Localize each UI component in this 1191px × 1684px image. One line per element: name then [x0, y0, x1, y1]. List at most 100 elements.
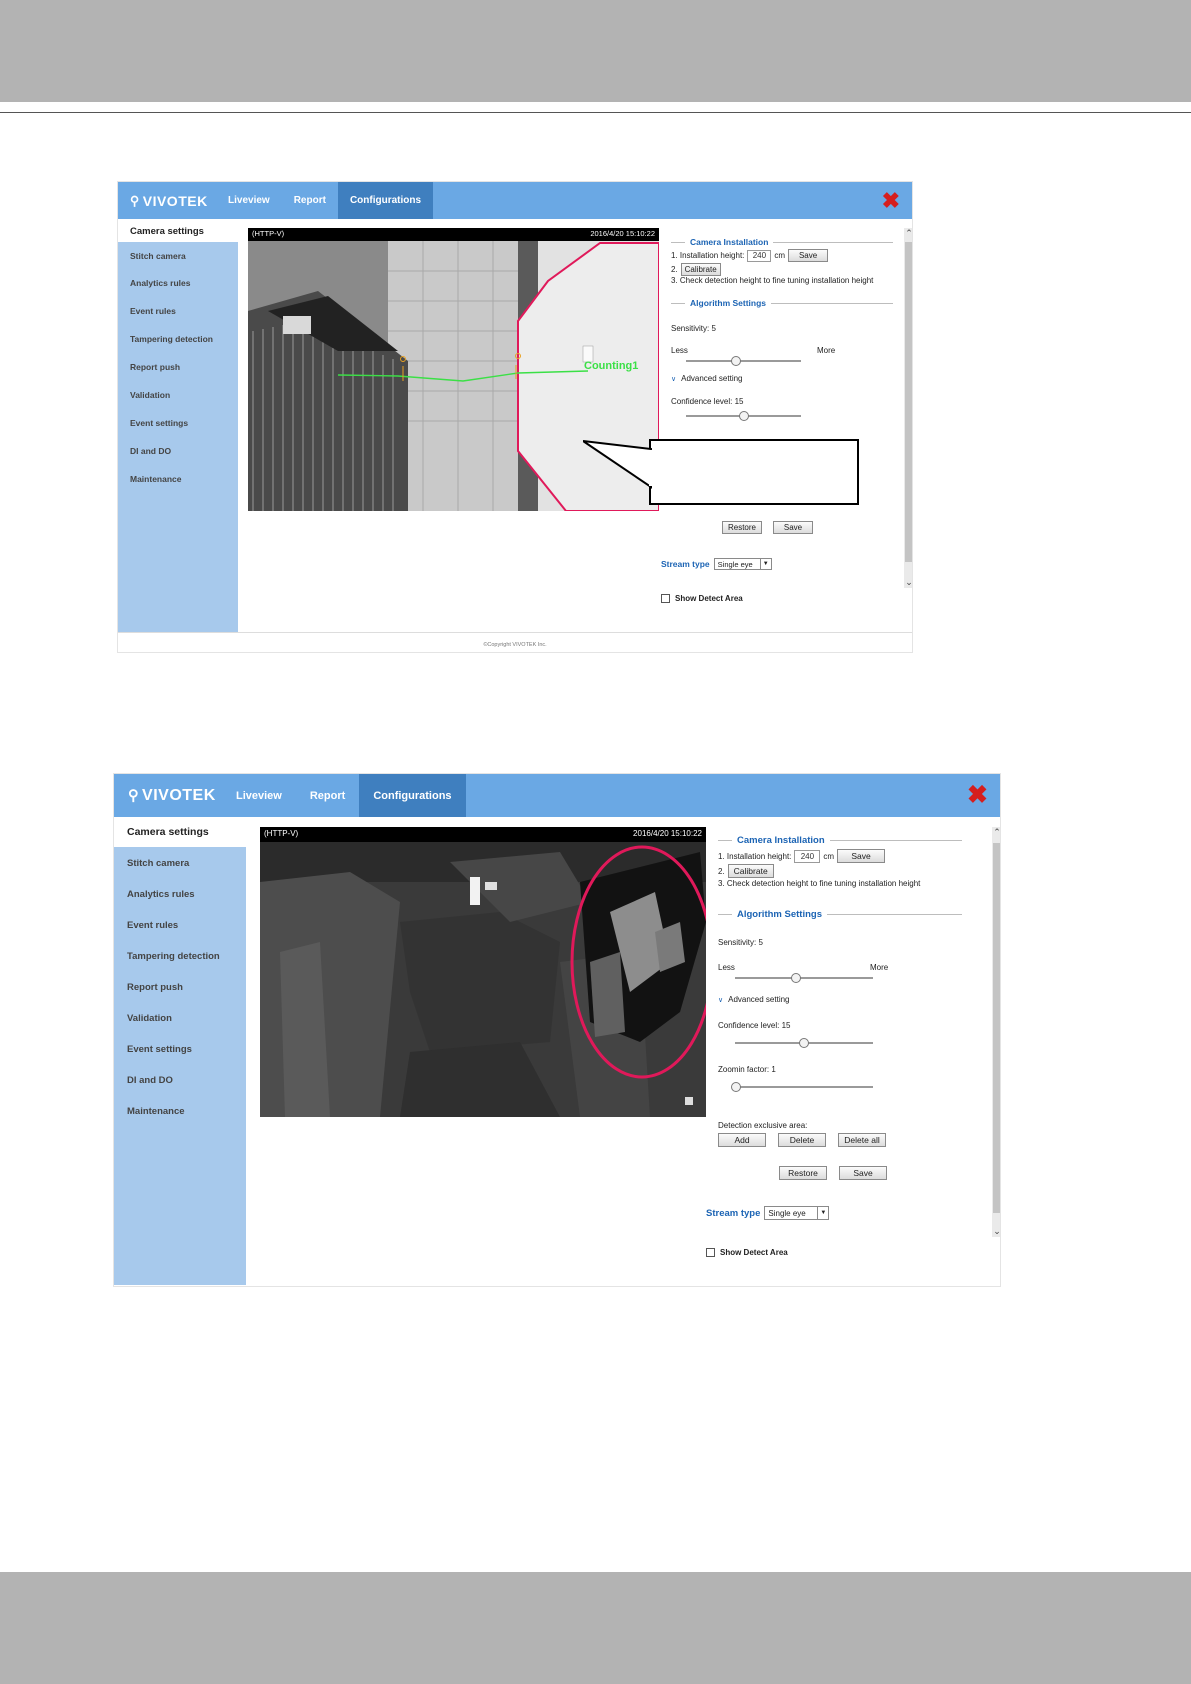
- video-status-bar: (HTTP-V) 2016/4/20 15:10:22: [260, 827, 706, 841]
- sidebar-item-event-rules[interactable]: Event rules: [118, 306, 238, 316]
- slider-more-label: More: [870, 963, 889, 972]
- sidebar-item-stitch-camera[interactable]: Stitch camera: [114, 858, 246, 869]
- sidebar-item-analytics-rules[interactable]: Analytics rules: [118, 278, 238, 288]
- video-protocol: (HTTP-V): [264, 829, 299, 838]
- show-detect-area-row: Show Detect Area: [661, 594, 743, 603]
- vivotek-logo: ⚲ VIVOTEK: [130, 182, 208, 219]
- camera-installation-heading: Camera Installation: [671, 237, 893, 247]
- sidebar-item-report-push[interactable]: Report push: [114, 982, 246, 993]
- sidebar-item-analytics-rules[interactable]: Analytics rules: [114, 889, 246, 900]
- show-detect-area-row: Show Detect Area: [706, 1248, 788, 1257]
- installation-height-input[interactable]: 240: [794, 849, 821, 863]
- sensitivity-slider-knob[interactable]: [731, 356, 741, 366]
- sidebar-item-camera-settings[interactable]: Camera settings: [114, 817, 246, 847]
- settings-panel: Camera Installation 1. Installation heig…: [661, 228, 893, 638]
- chevron-down-icon: ∨: [671, 375, 677, 383]
- sidebar-item-report-push[interactable]: Report push: [118, 362, 238, 372]
- installation-height-input[interactable]: 240: [747, 249, 772, 262]
- scrollbar-thumb[interactable]: [905, 242, 912, 562]
- restore-save-row: Restore Save: [779, 1166, 887, 1180]
- sensitivity-slider[interactable]: [686, 356, 801, 366]
- sidebar-item-validation[interactable]: Validation: [114, 1013, 246, 1024]
- show-detect-area-checkbox[interactable]: [706, 1248, 715, 1257]
- stream-type-value: Single eye: [768, 1208, 806, 1218]
- exclusive-area-label: Detection exclusive area:: [718, 1121, 808, 1130]
- brand-name: VIVOTEK: [142, 786, 216, 804]
- settings-panel: Camera Installation 1. Installation heig…: [706, 827, 962, 1267]
- tab-configurations[interactable]: Configurations: [359, 774, 466, 817]
- scroll-down-arrow-icon[interactable]: ⌄: [992, 1226, 1000, 1237]
- zoomin-slider-knob[interactable]: [731, 1082, 741, 1092]
- vertical-scrollbar[interactable]: ⌃ ⌄: [904, 228, 912, 588]
- dropdown-arrow-icon: ▼: [759, 559, 771, 569]
- sidebar-item-camera-settings[interactable]: Camera settings: [118, 219, 238, 242]
- sidebar-item-event-settings[interactable]: Event settings: [118, 418, 238, 428]
- algorithm-settings-heading: Algorithm Settings: [671, 298, 893, 308]
- scroll-down-arrow-icon[interactable]: ⌄: [904, 577, 912, 588]
- tab-report[interactable]: Report: [296, 774, 359, 817]
- tab-configurations[interactable]: Configurations: [337, 182, 434, 219]
- video-protocol: (HTTP-V): [252, 229, 285, 238]
- sidebar-item-stitch-camera[interactable]: Stitch camera: [118, 251, 238, 261]
- calibrate-step-label: 2.: [671, 265, 678, 274]
- tab-report[interactable]: Report: [282, 182, 338, 219]
- slider-less-label: Less: [718, 963, 735, 972]
- save-settings-button[interactable]: Save: [839, 1166, 887, 1180]
- stream-type-select[interactable]: Single eye ▼: [764, 1206, 830, 1220]
- page-header-rule: [0, 112, 1191, 113]
- vertical-scrollbar[interactable]: ⌃ ⌄: [992, 827, 1000, 1237]
- sensitivity-slider[interactable]: [735, 973, 873, 983]
- tab-liveview[interactable]: Liveview: [216, 182, 282, 219]
- sidebar-item-tampering-detection[interactable]: Tampering detection: [114, 951, 246, 962]
- sensitivity-slider-knob[interactable]: [791, 973, 801, 983]
- stream-type-select[interactable]: Single eye ▼: [713, 558, 772, 570]
- callout-box: [649, 439, 859, 505]
- advanced-setting-toggle[interactable]: ∨ Advanced setting: [671, 374, 743, 383]
- delete-all-areas-button[interactable]: Delete all: [838, 1133, 886, 1147]
- save-height-button[interactable]: Save: [788, 249, 829, 262]
- advanced-setting-toggle[interactable]: ∨ Advanced setting: [718, 995, 790, 1004]
- copyright-footer: ©Copyright VIVOTEK Inc.: [118, 632, 912, 652]
- sidebar: Stitch camera Analytics rules Event rule…: [118, 242, 238, 642]
- close-x-icon[interactable]: ✖: [967, 783, 988, 808]
- sidebar-item-maintenance[interactable]: Maintenance: [118, 474, 238, 484]
- callout-pointer: [583, 440, 655, 489]
- restore-button[interactable]: Restore: [779, 1166, 827, 1180]
- restore-save-row: Restore Save: [722, 521, 813, 534]
- show-detect-area-checkbox[interactable]: [661, 594, 670, 603]
- sidebar-item-di-and-do[interactable]: DI and DO: [118, 446, 238, 456]
- confidence-slider[interactable]: [686, 411, 801, 421]
- close-x-icon[interactable]: ✖: [882, 190, 900, 212]
- top-navigation-bar: ⚲ VIVOTEK Liveview Report Configurations …: [114, 774, 1000, 817]
- confidence-slider-knob[interactable]: [799, 1038, 809, 1048]
- stream-type-label: Stream type: [706, 1207, 761, 1219]
- camera-installation-heading: Camera Installation: [718, 835, 962, 846]
- save-height-button[interactable]: Save: [837, 849, 886, 863]
- sidebar-item-tampering-detection[interactable]: Tampering detection: [118, 334, 238, 344]
- video-timestamp: 2016/4/20 15:10:22: [633, 829, 702, 838]
- save-settings-button[interactable]: Save: [773, 521, 813, 534]
- delete-area-button[interactable]: Delete: [778, 1133, 826, 1147]
- sidebar-item-event-rules[interactable]: Event rules: [114, 920, 246, 931]
- sidebar-item-validation[interactable]: Validation: [118, 390, 238, 400]
- brand-name: VIVOTEK: [142, 192, 208, 209]
- depth-video-view[interactable]: (HTTP-V) 2016/4/20 15:10:22: [260, 827, 706, 1117]
- calibrate-button[interactable]: Calibrate: [680, 263, 721, 276]
- screenshot-depth-view: ⚲ VIVOTEK Liveview Report Configurations …: [113, 773, 1001, 1287]
- height-unit-label: cm: [823, 851, 835, 861]
- add-area-button[interactable]: Add: [718, 1133, 766, 1147]
- sidebar-item-di-and-do[interactable]: DI and DO: [114, 1075, 246, 1086]
- zoomin-slider[interactable]: [731, 1082, 873, 1092]
- scroll-up-arrow-icon[interactable]: ⌃: [992, 827, 1000, 838]
- confidence-slider-knob[interactable]: [739, 411, 749, 421]
- scrollbar-thumb[interactable]: [993, 843, 1000, 1213]
- sidebar-item-maintenance[interactable]: Maintenance: [114, 1106, 246, 1117]
- confidence-slider[interactable]: [735, 1038, 873, 1048]
- page-header-band: [0, 0, 1191, 102]
- scroll-up-arrow-icon[interactable]: ⌃: [904, 228, 912, 239]
- calibrate-button[interactable]: Calibrate: [727, 864, 774, 878]
- sensitivity-label: Sensitivity: 5: [671, 324, 716, 333]
- tab-liveview[interactable]: Liveview: [222, 774, 296, 817]
- restore-button[interactable]: Restore: [722, 521, 762, 534]
- sidebar-item-event-settings[interactable]: Event settings: [114, 1044, 246, 1055]
